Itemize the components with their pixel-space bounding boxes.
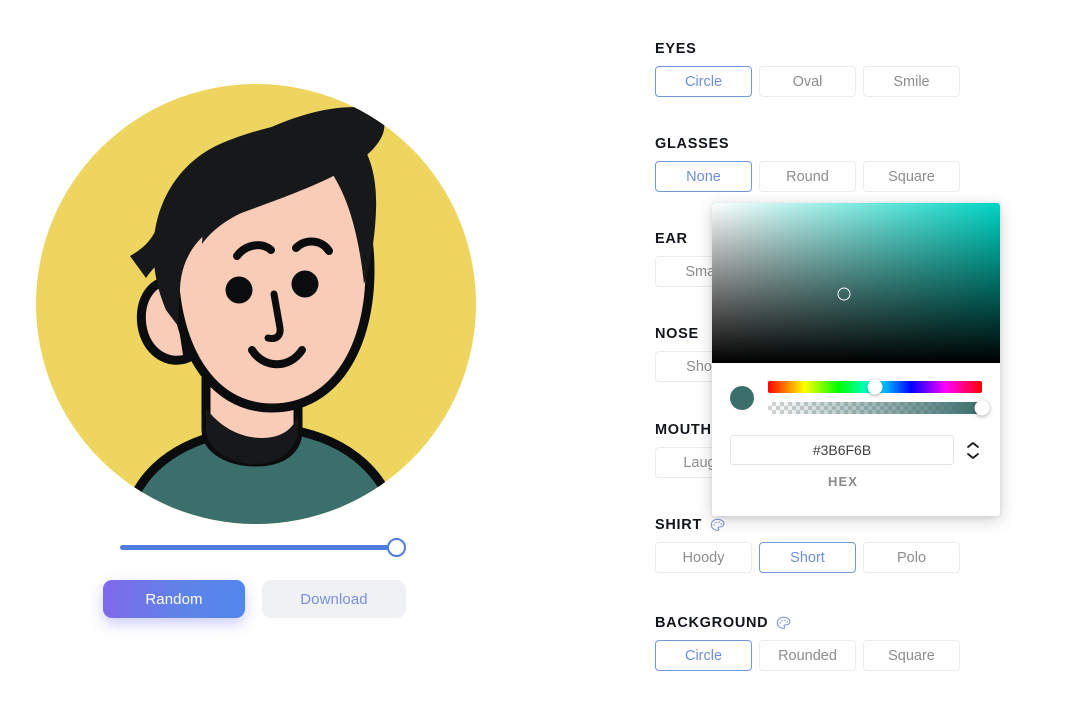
option-row-background: Circle Rounded Square	[655, 640, 1055, 671]
option-background-rounded[interactable]: Rounded	[759, 640, 856, 671]
color-slider-stack	[768, 379, 990, 416]
avatar-generator-page: Random Download EYES Circle Oval Smile G…	[0, 0, 1080, 713]
group-label-text: GLASSES	[655, 136, 730, 152]
slider-fill	[120, 545, 396, 550]
option-shirt-short[interactable]: Short	[759, 542, 856, 573]
avatar-preview	[30, 78, 482, 530]
current-color-swatch	[730, 385, 754, 410]
avatar-eye-left	[225, 276, 253, 304]
group-label-text: NOSE	[655, 326, 699, 342]
group-label-background: BACKGROUND	[655, 614, 1055, 632]
option-eyes-oval[interactable]: Oval	[759, 66, 856, 97]
group-label-text: BACKGROUND	[655, 615, 769, 631]
control-group-eyes: EYES Circle Oval Smile	[655, 40, 1055, 97]
color-slider-row	[730, 375, 990, 416]
group-label-text: EYES	[655, 41, 697, 57]
avatar-size-slider[interactable]	[120, 538, 406, 558]
option-eyes-circle[interactable]: Circle	[655, 66, 752, 97]
option-glasses-square[interactable]: Square	[863, 161, 960, 192]
avatar-preview-pane: Random Download	[0, 0, 520, 713]
color-picker-popover[interactable]: #3B6F6B HEX	[712, 203, 1000, 516]
hex-input-row: #3B6F6B	[730, 435, 982, 465]
avatar-illustration	[36, 84, 476, 524]
random-button[interactable]: Random	[103, 580, 245, 618]
group-label-eyes: EYES	[655, 40, 1055, 58]
palette-icon[interactable]	[709, 517, 726, 534]
alpha-slider-thumb[interactable]	[974, 400, 990, 416]
option-row-glasses: None Round Square	[655, 161, 1055, 192]
hex-input[interactable]: #3B6F6B	[730, 435, 954, 465]
option-background-circle[interactable]: Circle	[655, 640, 752, 671]
color-picker-body: #3B6F6B HEX	[712, 363, 1000, 516]
option-shirt-polo[interactable]: Polo	[863, 542, 960, 573]
option-glasses-none[interactable]: None	[655, 161, 752, 192]
option-row-shirt: Hoody Short Polo	[655, 542, 1055, 573]
option-background-square[interactable]: Square	[863, 640, 960, 671]
group-label-text: MOUTH	[655, 422, 712, 438]
alpha-slider[interactable]	[768, 400, 990, 416]
group-label-text: SHIRT	[655, 517, 702, 533]
download-button[interactable]: Download	[262, 580, 406, 618]
group-label-text: EAR	[655, 231, 688, 247]
control-group-background: BACKGROUND Circle Rounded Square	[655, 614, 1055, 671]
slider-thumb[interactable]	[387, 538, 406, 557]
hue-slider[interactable]	[768, 379, 982, 395]
action-button-row: Random Download	[103, 580, 406, 618]
hex-format-stepper[interactable]	[964, 441, 982, 460]
palette-icon[interactable]	[775, 615, 792, 632]
option-row-eyes: Circle Oval Smile	[655, 66, 1055, 97]
group-label-shirt: SHIRT	[655, 516, 1055, 534]
option-glasses-round[interactable]: Round	[759, 161, 856, 192]
control-group-glasses: GLASSES None Round Square	[655, 135, 1055, 192]
control-group-shirt: SHIRT Hoody Short Polo	[655, 516, 1055, 573]
saturation-pointer[interactable]	[837, 287, 851, 301]
avatar-eye-right	[291, 270, 319, 298]
chevron-down-icon[interactable]	[966, 452, 980, 460]
saturation-black-gradient	[712, 203, 1000, 363]
option-shirt-hoody[interactable]: Hoody	[655, 542, 752, 573]
option-eyes-smile[interactable]: Smile	[863, 66, 960, 97]
group-label-glasses: GLASSES	[655, 135, 1055, 153]
hue-slider-thumb[interactable]	[867, 379, 883, 395]
hex-format-label: HEX	[827, 474, 859, 489]
chevron-up-icon[interactable]	[966, 441, 980, 449]
saturation-value-area[interactable]	[712, 203, 1000, 363]
